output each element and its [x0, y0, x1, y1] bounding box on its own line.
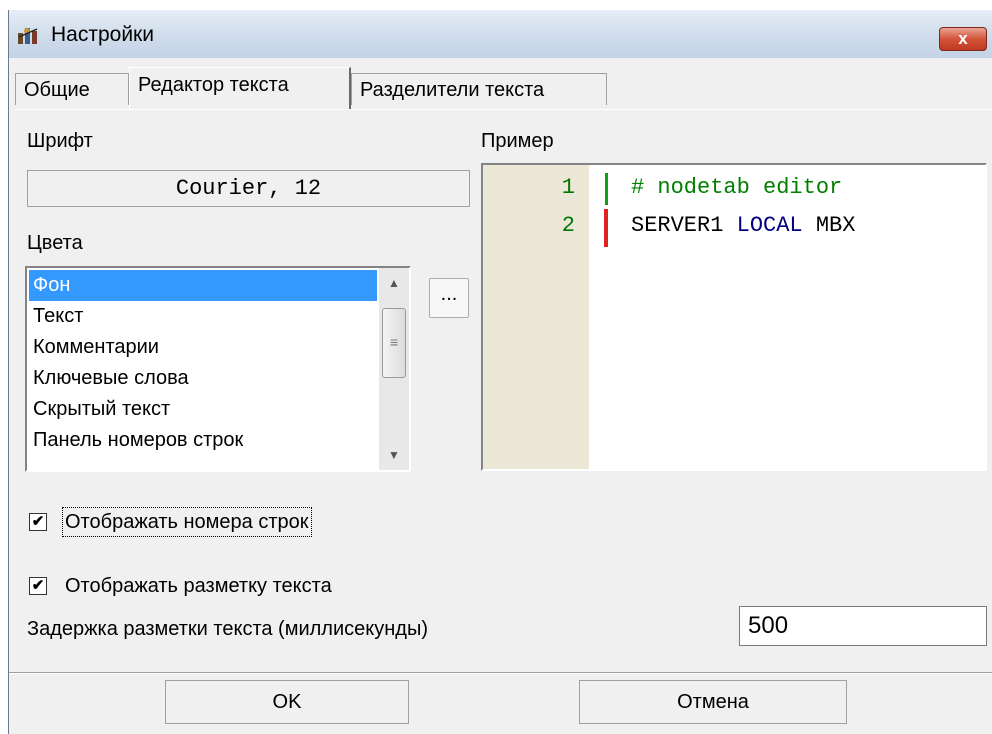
- scroll-thumb[interactable]: ≡: [382, 308, 406, 378]
- colors-scrollbar[interactable]: ▲ ≡ ▼: [379, 268, 409, 470]
- tab-general[interactable]: Общие: [15, 73, 129, 105]
- show-markup-checkbox[interactable]: ✔: [29, 577, 47, 595]
- line-number: 1: [561, 175, 575, 200]
- code-line-comment: # nodetab editor: [631, 175, 843, 200]
- color-item-comments[interactable]: Комментарии: [29, 332, 377, 363]
- color-item-text[interactable]: Текст: [29, 301, 377, 332]
- markup-delay-input[interactable]: 500: [739, 606, 987, 646]
- color-item-keywords[interactable]: Ключевые слова: [29, 363, 377, 394]
- line-marker-red: [604, 209, 608, 247]
- colors-listbox[interactable]: Фон Текст Комментарии Ключевые слова Скр…: [25, 266, 411, 472]
- color-item-background[interactable]: Фон: [29, 270, 377, 301]
- show-line-numbers-label[interactable]: Отображать номера строк: [62, 507, 312, 537]
- markup-delay-label: Задержка разметки текста (миллисекунды): [27, 618, 428, 640]
- title-bar: Настройки x: [9, 10, 992, 58]
- code-line-2: SERVER1 LOCAL MBX: [631, 213, 855, 238]
- color-item-hidden-text[interactable]: Скрытый текст: [29, 394, 377, 425]
- code-text: SERVER1: [631, 213, 737, 238]
- close-icon: x: [958, 29, 968, 48]
- colors-list: Фон Текст Комментарии Ключевые слова Скр…: [29, 270, 377, 456]
- ok-button[interactable]: OK: [165, 680, 409, 724]
- tab-text-separators[interactable]: Разделители текста: [351, 73, 607, 105]
- choose-color-button[interactable]: ...: [429, 278, 469, 318]
- tab-text-editor[interactable]: Редактор текста: [129, 67, 351, 109]
- settings-dialog: Настройки x Общие Редактор текста Раздел…: [8, 10, 992, 734]
- line-number: 2: [561, 213, 575, 238]
- window-title: Настройки: [51, 23, 154, 46]
- font-label: Шрифт: [27, 130, 93, 152]
- cancel-button[interactable]: Отмена: [579, 680, 847, 724]
- scroll-down-icon[interactable]: ▼: [379, 440, 409, 470]
- app-icon: [18, 28, 38, 44]
- show-markup-label[interactable]: Отображать разметку текста: [63, 572, 334, 600]
- line-marker-green: [605, 173, 608, 205]
- colors-label: Цвета: [27, 232, 83, 254]
- close-button[interactable]: x: [939, 27, 987, 51]
- preview-editor: 1 2 # nodetab editor SERVER1 LOCAL MBX: [481, 163, 987, 471]
- scroll-up-icon[interactable]: ▲: [379, 268, 409, 298]
- color-item-line-numbers-panel[interactable]: Панель номеров строк: [29, 425, 377, 456]
- tab-strip: Общие Редактор текста Разделители текста: [15, 65, 992, 115]
- line-number-gutter: 1 2: [483, 165, 589, 469]
- font-button[interactable]: Courier, 12: [27, 170, 470, 207]
- preview-label: Пример: [481, 130, 554, 152]
- code-text: MBX: [802, 213, 856, 238]
- show-line-numbers-checkbox[interactable]: ✔: [29, 513, 47, 531]
- code-keyword: LOCAL: [736, 213, 803, 238]
- footer-divider-highlight: [9, 673, 992, 674]
- tab-divider: [15, 109, 992, 110]
